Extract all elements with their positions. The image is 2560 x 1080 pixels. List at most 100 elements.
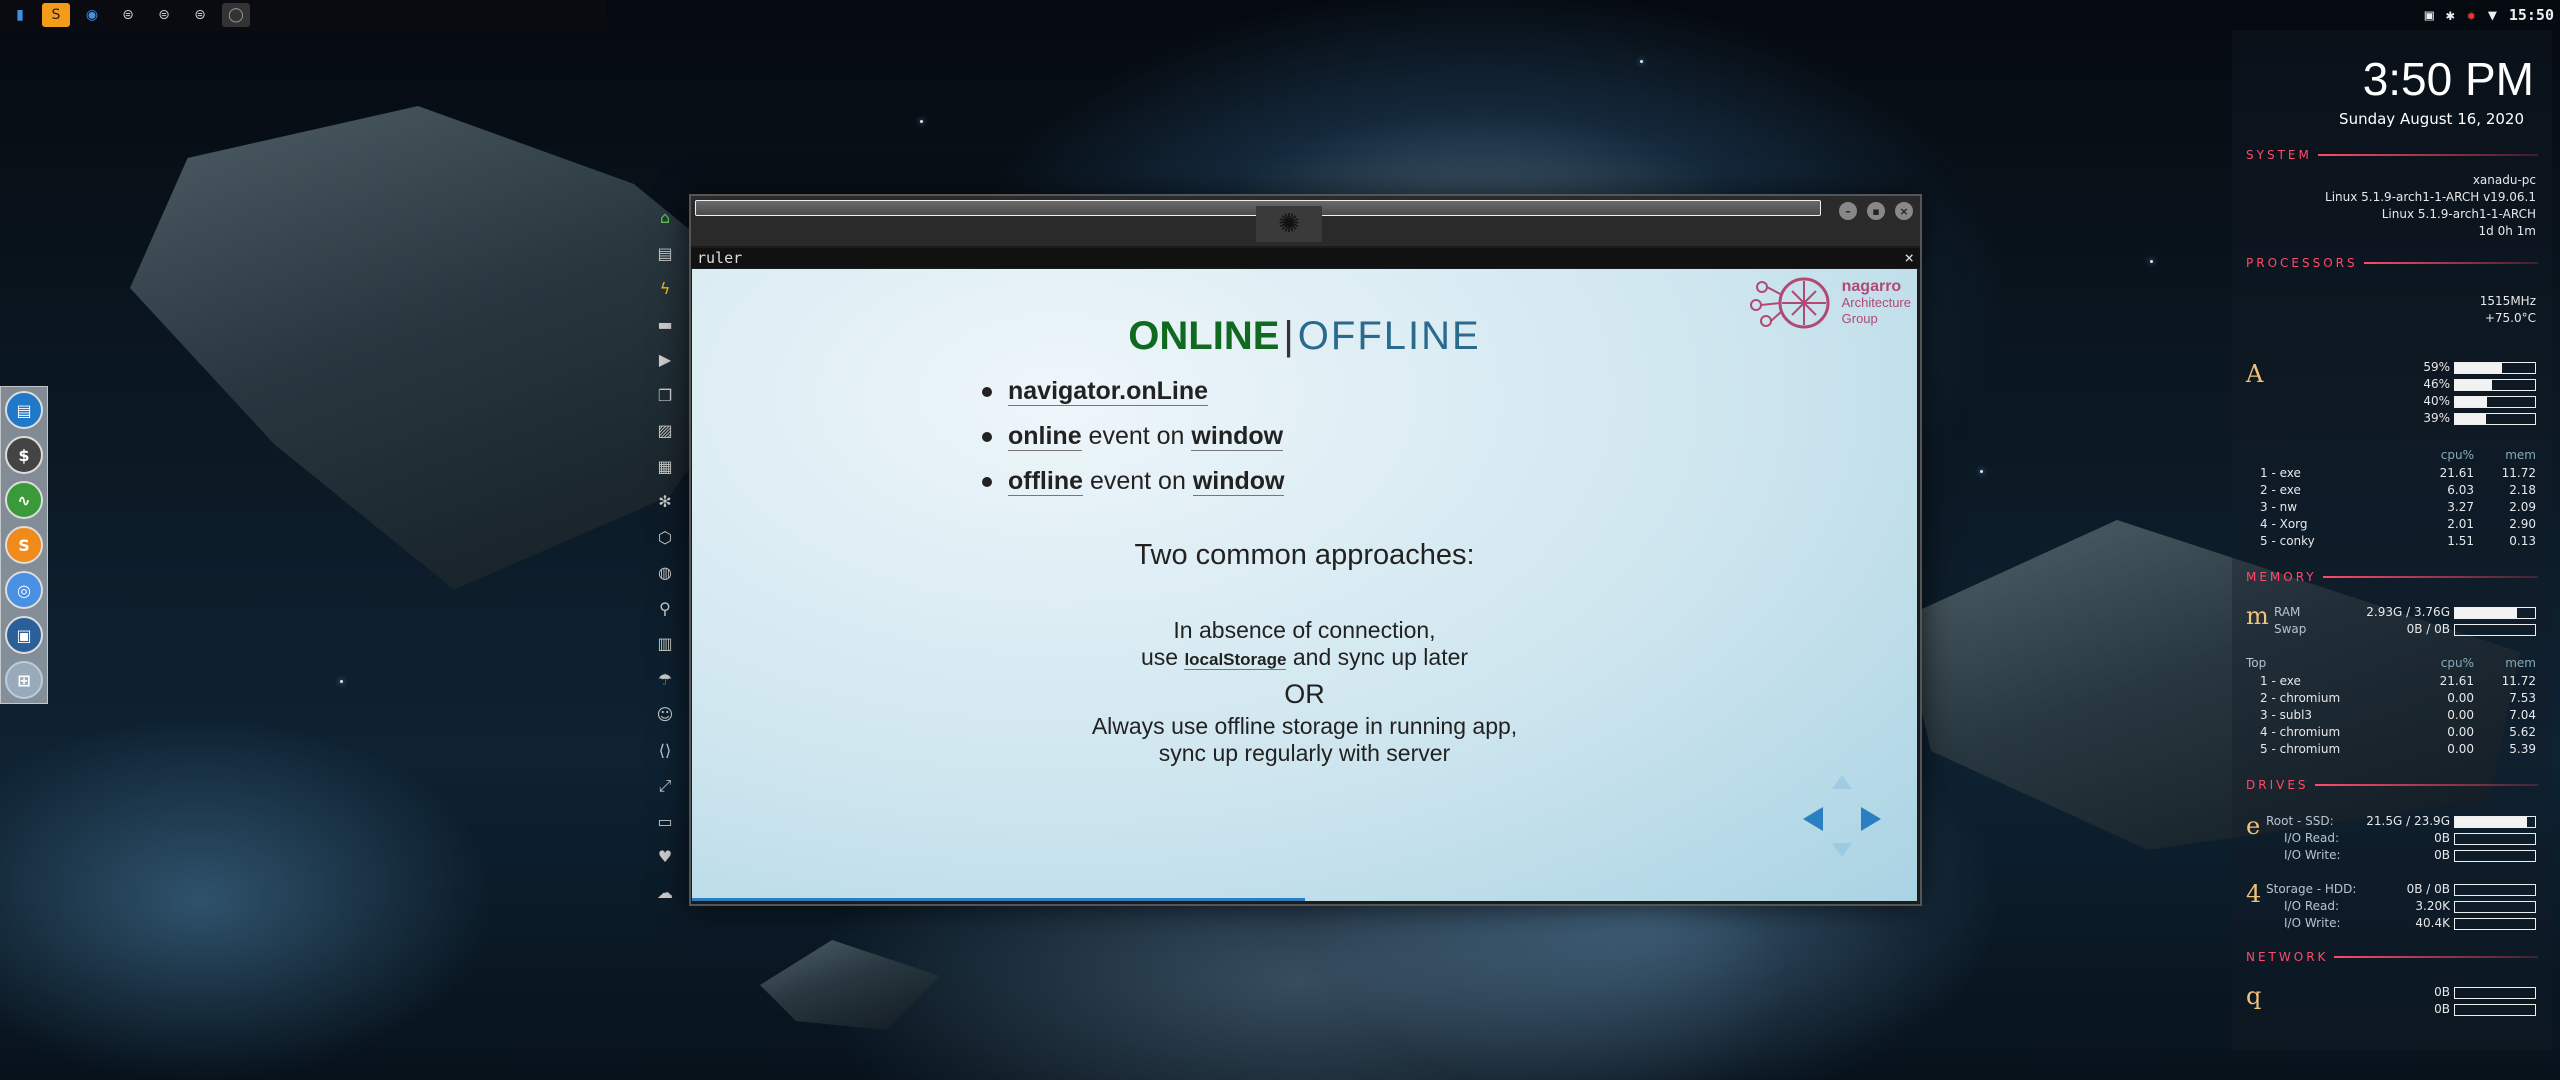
terminal-icon[interactable]: $	[5, 436, 43, 474]
screenshot-icon[interactable]: ▣	[5, 616, 43, 654]
process-name: 3 - nw	[2260, 500, 2298, 514]
hostname: xanadu-pc	[2472, 173, 2536, 187]
process-cpu: 1.51	[2447, 534, 2474, 548]
network-down: 0B	[2434, 985, 2450, 999]
ram-value: 2.93G / 3.76G	[2366, 605, 2450, 619]
map-icon[interactable]: ▥	[649, 626, 681, 662]
globe-icon[interactable]: ◍	[649, 555, 681, 591]
storage-read-bar	[2454, 901, 2536, 913]
play-icon[interactable]: ▶	[649, 342, 681, 378]
ram-label: RAM	[2274, 605, 2301, 619]
chromium-icon[interactable]: ◎	[5, 571, 43, 609]
core-label: 59%	[2423, 360, 2450, 374]
screenshot-icon[interactable]: ▣	[2425, 6, 2434, 24]
network-down-bar	[2454, 987, 2536, 999]
news-icon[interactable]: ▦	[649, 449, 681, 485]
code-term: online	[1008, 422, 1082, 451]
process-name: 5 - conky	[2260, 534, 2315, 548]
maximize-button[interactable]: ▪	[1867, 202, 1885, 220]
wifi-icon[interactable]: ▼	[2488, 6, 2497, 24]
heart-icon[interactable]: ♥	[649, 839, 681, 875]
section-title: SYSTEM	[2246, 148, 2312, 162]
nav-left-icon[interactable]	[1803, 807, 1823, 831]
network-icon[interactable]: ⊞	[5, 661, 43, 699]
slide: nagarro Architecture Group ONLINE | OFFLIN…	[692, 269, 1917, 901]
system-monitor-icon[interactable]: ∿	[5, 481, 43, 519]
core-bar	[2454, 396, 2536, 408]
process-mem: 11.72	[2501, 466, 2536, 480]
heading-separator: |	[1283, 314, 1294, 358]
nav-right-icon[interactable]	[1861, 807, 1881, 831]
code-term: offline	[1008, 467, 1083, 496]
uptime: 1d 0h 1m	[2478, 224, 2536, 238]
process-mem: 0.13	[2509, 534, 2536, 548]
nwjs-icon[interactable]: ◯	[222, 3, 250, 27]
sublime-icon[interactable]: S	[42, 3, 70, 27]
section-memory: MEMORY	[2246, 570, 2538, 584]
contact-icon[interactable]: ☺	[649, 697, 681, 733]
mem-col-header: mem	[2505, 448, 2536, 462]
process-name: 3 - subl3	[2260, 708, 2313, 722]
root-bar	[2454, 816, 2536, 828]
cpu-col-header: cpu%	[2440, 656, 2474, 670]
brand-name: nagarro	[1841, 278, 1902, 295]
storage-bar	[2454, 884, 2536, 896]
approach1-rest: and sync up later	[1286, 644, 1469, 670]
search-icon[interactable]: ⚲	[649, 591, 681, 627]
update-icon[interactable]: ✹	[2467, 6, 2476, 24]
tab-title[interactable]: ruler	[697, 249, 742, 267]
home-icon[interactable]: ⌂	[649, 200, 681, 236]
files-icon[interactable]: ▮	[6, 3, 34, 27]
kernel: Linux 5.1.9-arch1-1-ARCH v19.06.1	[2325, 190, 2536, 204]
process-cpu: 21.61	[2439, 674, 2474, 688]
drive-glyph: e	[2246, 812, 2261, 840]
chromium-icon[interactable]: ◉	[78, 3, 106, 27]
slide-progress-bar	[692, 898, 1305, 901]
core-label: 46%	[2423, 377, 2450, 391]
process-cpu: 6.03	[2447, 483, 2474, 497]
bullet-item: offline event on window	[982, 459, 1285, 504]
wallpaper-ship-small	[760, 940, 940, 1030]
terminal-icon[interactable]: ⊜	[186, 3, 214, 27]
bullet-text: event on	[1081, 422, 1192, 450]
document-icon[interactable]: ▤	[649, 236, 681, 272]
terminal-icon[interactable]: ⊜	[150, 3, 178, 27]
settings-icon[interactable]: ✻	[649, 484, 681, 520]
nav-down-icon	[1832, 843, 1852, 857]
cpu-frequency: 1515MHz	[2479, 294, 2536, 308]
copy-icon[interactable]: ❐	[649, 378, 681, 414]
lightning-icon[interactable]: ϟ	[649, 271, 681, 307]
process-cpu: 3.27	[2447, 500, 2474, 514]
file-manager-icon[interactable]: ▤	[5, 391, 43, 429]
fullscreen-icon[interactable]: ⤢	[649, 768, 681, 804]
process-cpu: 0.00	[2447, 691, 2474, 705]
terminal-icon[interactable]: ⊜	[114, 3, 142, 27]
storage-glyph: 4	[2246, 880, 2262, 908]
umbrella-icon[interactable]: ☂	[649, 662, 681, 698]
sublime-icon[interactable]: S	[5, 526, 43, 564]
tray-clock[interactable]: 15:50	[2509, 6, 2554, 24]
tab-close-button[interactable]: ×	[1904, 248, 1914, 267]
bluetooth-icon[interactable]: ✱	[2446, 6, 2455, 24]
window-titlebar[interactable]: ✺ – ▪ ×	[691, 196, 1920, 246]
process-name: 4 - Xorg	[2260, 517, 2308, 531]
code-term: navigator.onLine	[1008, 377, 1209, 406]
bullet-list: navigator.onLine online event on window …	[982, 369, 1285, 504]
cloud-icon[interactable]: ☁	[649, 875, 681, 911]
image-icon[interactable]: ▨	[649, 413, 681, 449]
minimize-button[interactable]: –	[1839, 202, 1857, 220]
archive-icon[interactable]: ▬	[649, 307, 681, 343]
hexagon-icon[interactable]: ⬡	[649, 520, 681, 556]
process-name: 1 - exe	[2260, 466, 2301, 480]
heading-offline: OFFLINE	[1297, 314, 1481, 358]
code-term: window	[1191, 422, 1284, 451]
process-mem: 2.90	[2509, 517, 2536, 531]
process-cpu: 21.61	[2439, 466, 2474, 480]
star	[2150, 260, 2153, 263]
top-mem-label: Top	[2246, 656, 2267, 670]
code-icon[interactable]: ⟨⟩	[649, 733, 681, 769]
youtube-icon[interactable]: ▭	[649, 804, 681, 840]
root-write-bar	[2454, 850, 2536, 862]
process-mem: 7.53	[2509, 691, 2536, 705]
close-button[interactable]: ×	[1895, 202, 1913, 220]
